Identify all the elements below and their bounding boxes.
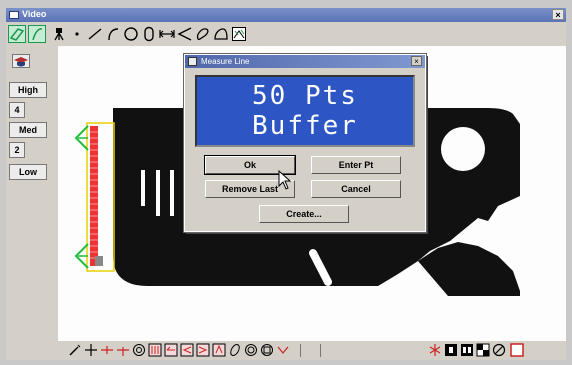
zoom-out-icon[interactable] bbox=[460, 343, 474, 357]
wand-icon[interactable] bbox=[68, 343, 82, 357]
slot-tool-icon[interactable] bbox=[140, 25, 158, 43]
circle-target-icon[interactable] bbox=[132, 343, 146, 357]
circle-box-icon[interactable] bbox=[260, 343, 274, 357]
dialog-close-button[interactable]: × bbox=[411, 56, 422, 66]
measure-line-dialog: Measure Line × 50 Pts Buffer Ok Enter Pt… bbox=[183, 53, 427, 233]
cancel-button[interactable]: Cancel bbox=[311, 180, 401, 198]
window-title: Video bbox=[22, 9, 47, 19]
dialog-app-icon bbox=[188, 57, 197, 66]
light-low-button[interactable]: Low bbox=[9, 164, 47, 180]
curve-tool-icon[interactable] bbox=[194, 25, 212, 43]
red-square-icon[interactable] bbox=[510, 343, 524, 357]
toolbar-divider bbox=[300, 344, 301, 357]
image-tool-icon[interactable] bbox=[230, 25, 248, 43]
edge-cross-icon[interactable] bbox=[116, 343, 130, 357]
dialog-titlebar: Measure Line × bbox=[185, 55, 425, 68]
bottom-toolbar bbox=[58, 341, 566, 360]
box-edge-icon[interactable] bbox=[148, 343, 162, 357]
enter-pt-button[interactable]: Enter Pt bbox=[311, 156, 401, 174]
tripod-icon[interactable] bbox=[50, 25, 68, 43]
toolbar-divider bbox=[320, 344, 321, 357]
light-control-panel: High 4 Med 2 Low bbox=[6, 46, 58, 360]
zoom-in-icon[interactable] bbox=[444, 343, 458, 357]
box-left-icon[interactable] bbox=[164, 343, 178, 357]
display-buffer-text: Buffer bbox=[252, 111, 358, 141]
select-tool-icon[interactable] bbox=[8, 25, 26, 43]
asterisk-icon[interactable] bbox=[428, 343, 442, 357]
video-window-icon bbox=[9, 11, 19, 19]
light-med-button[interactable]: Med bbox=[9, 122, 47, 138]
box-arrow-icon[interactable] bbox=[180, 343, 194, 357]
ellipse-icon[interactable] bbox=[228, 343, 242, 357]
no-entry-icon[interactable] bbox=[492, 343, 506, 357]
measurement-toolbar bbox=[6, 22, 566, 47]
crosshair-icon[interactable] bbox=[84, 343, 98, 357]
profile-tool-icon[interactable] bbox=[212, 25, 230, 43]
line-tool-icon[interactable] bbox=[86, 25, 104, 43]
window-titlebar: Video × bbox=[6, 8, 566, 22]
checker-icon[interactable] bbox=[476, 343, 490, 357]
chevron-down-icon[interactable] bbox=[276, 343, 290, 357]
points-buffer-display: 50 Pts Buffer bbox=[195, 75, 415, 147]
light-level-2-button[interactable]: 2 bbox=[9, 142, 25, 158]
box-up-icon[interactable] bbox=[212, 343, 226, 357]
point-tool-icon[interactable] bbox=[68, 25, 86, 43]
window-close-button[interactable]: × bbox=[552, 9, 564, 20]
light-high-button[interactable]: High bbox=[9, 82, 47, 98]
red-crosshair-icon[interactable] bbox=[100, 343, 114, 357]
dialog-title: Measure Line bbox=[201, 57, 250, 66]
mouse-cursor-icon bbox=[278, 170, 292, 190]
ring-icon[interactable] bbox=[244, 343, 258, 357]
light-level-4-button[interactable]: 4 bbox=[9, 102, 25, 118]
arc-tool-icon[interactable] bbox=[104, 25, 122, 43]
display-points-text: 50 Pts bbox=[252, 81, 358, 111]
create-button[interactable]: Create... bbox=[259, 205, 349, 223]
box-right-icon[interactable] bbox=[196, 343, 210, 357]
measure-tool-icon[interactable] bbox=[28, 25, 46, 43]
graduation-cap-icon[interactable] bbox=[12, 54, 30, 68]
distance-tool-icon[interactable] bbox=[158, 25, 176, 43]
circle-tool-icon[interactable] bbox=[122, 25, 140, 43]
angle-tool-icon[interactable] bbox=[176, 25, 194, 43]
